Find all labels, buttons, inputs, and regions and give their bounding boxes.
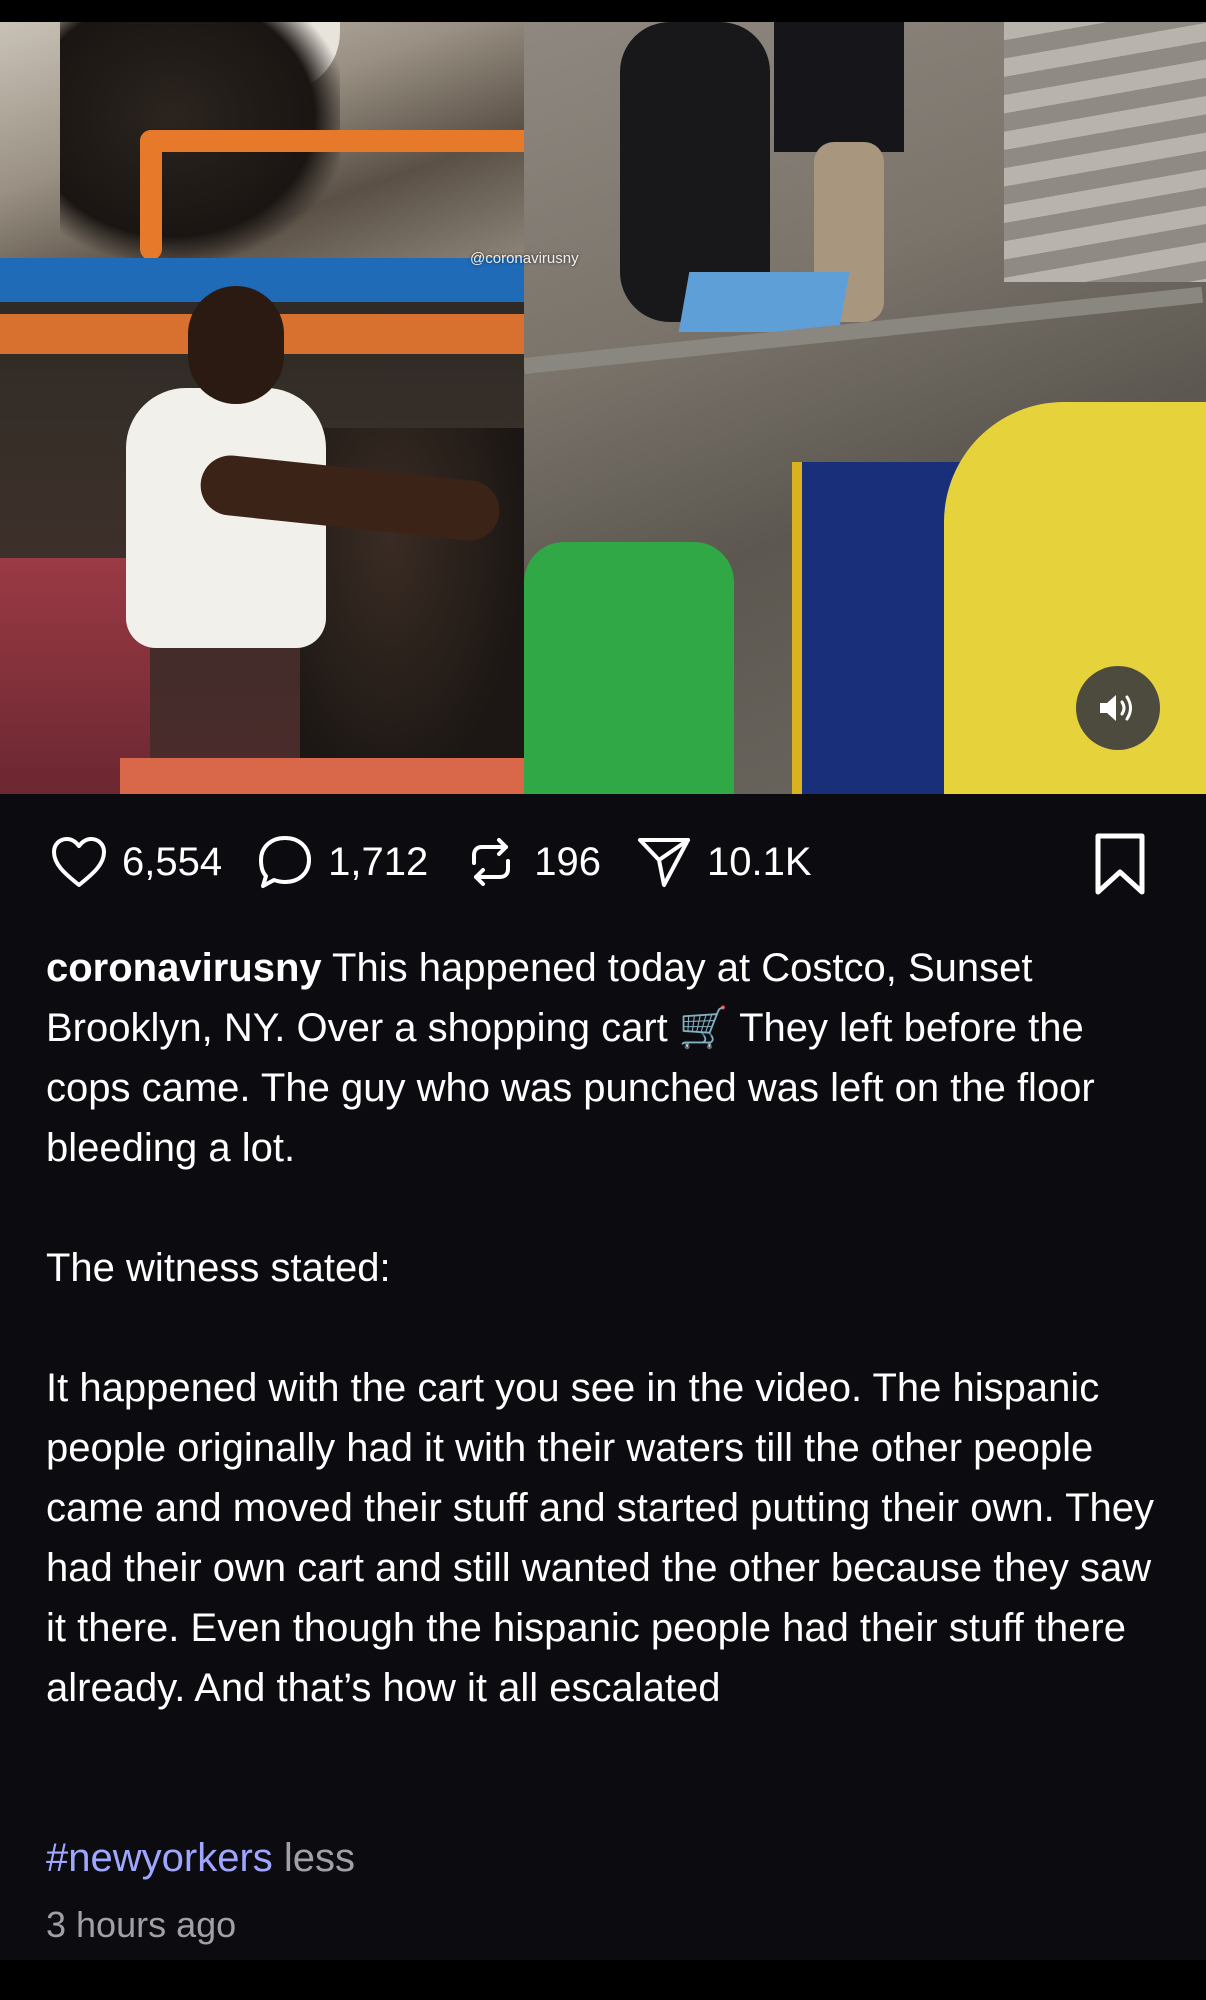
bookmark-icon (1095, 833, 1145, 895)
share-button[interactable]: 10.1K (635, 833, 812, 891)
repost-count: 196 (534, 839, 601, 884)
video-person-head (188, 286, 284, 404)
share-count: 10.1K (706, 839, 812, 884)
sound-toggle-button[interactable] (1076, 666, 1160, 750)
caption-paragraph: The witness stated: (46, 1246, 391, 1290)
product-bag-yellow (944, 402, 1206, 794)
like-button[interactable]: 6,554 (50, 835, 222, 889)
send-icon (637, 838, 690, 887)
post-caption: coronavirusny This happened today at Cos… (46, 938, 1166, 1718)
caption-paragraph: coronavirusny This happened today at Cos… (46, 938, 1166, 1178)
comment-count: 1,712 (328, 839, 429, 884)
post-video[interactable]: @coronavirusny (0, 22, 1206, 794)
heart-icon (52, 837, 106, 887)
cart-handle-post (140, 130, 162, 258)
bottom-strip (0, 1960, 1206, 2000)
cart-edge (120, 758, 524, 794)
caption-footer: #newyorkers less (46, 1828, 355, 1888)
status-bar-strip (0, 0, 1206, 22)
repost-icon (472, 838, 511, 886)
cart-handle (140, 130, 524, 152)
caption-paragraph: It happened with the cart you see in the… (46, 1366, 1155, 1710)
video-frame-top-left (0, 22, 524, 258)
save-button[interactable] (1090, 832, 1150, 901)
like-count: 6,554 (122, 839, 223, 884)
comment-icon (259, 836, 312, 888)
repost-button[interactable]: 196 (462, 833, 601, 891)
comment-button[interactable]: 1,712 (256, 833, 428, 891)
store-rack (1004, 22, 1206, 282)
video-watermark: @coronavirusny (470, 250, 579, 267)
speaker-on-icon (1100, 695, 1132, 721)
post-timestamp: 3 hours ago (46, 1904, 237, 1945)
less-link[interactable]: less (284, 1836, 355, 1880)
video-person-background (774, 22, 904, 152)
video-frame-bottom-left (0, 258, 524, 794)
post-username[interactable]: coronavirusny (46, 946, 322, 990)
action-bar: 6,554 1,712 196 10.1K (50, 830, 1156, 894)
hashtag-link[interactable]: #newyorkers (46, 1836, 273, 1880)
product-box (678, 272, 850, 332)
product-bag-green (524, 542, 734, 794)
